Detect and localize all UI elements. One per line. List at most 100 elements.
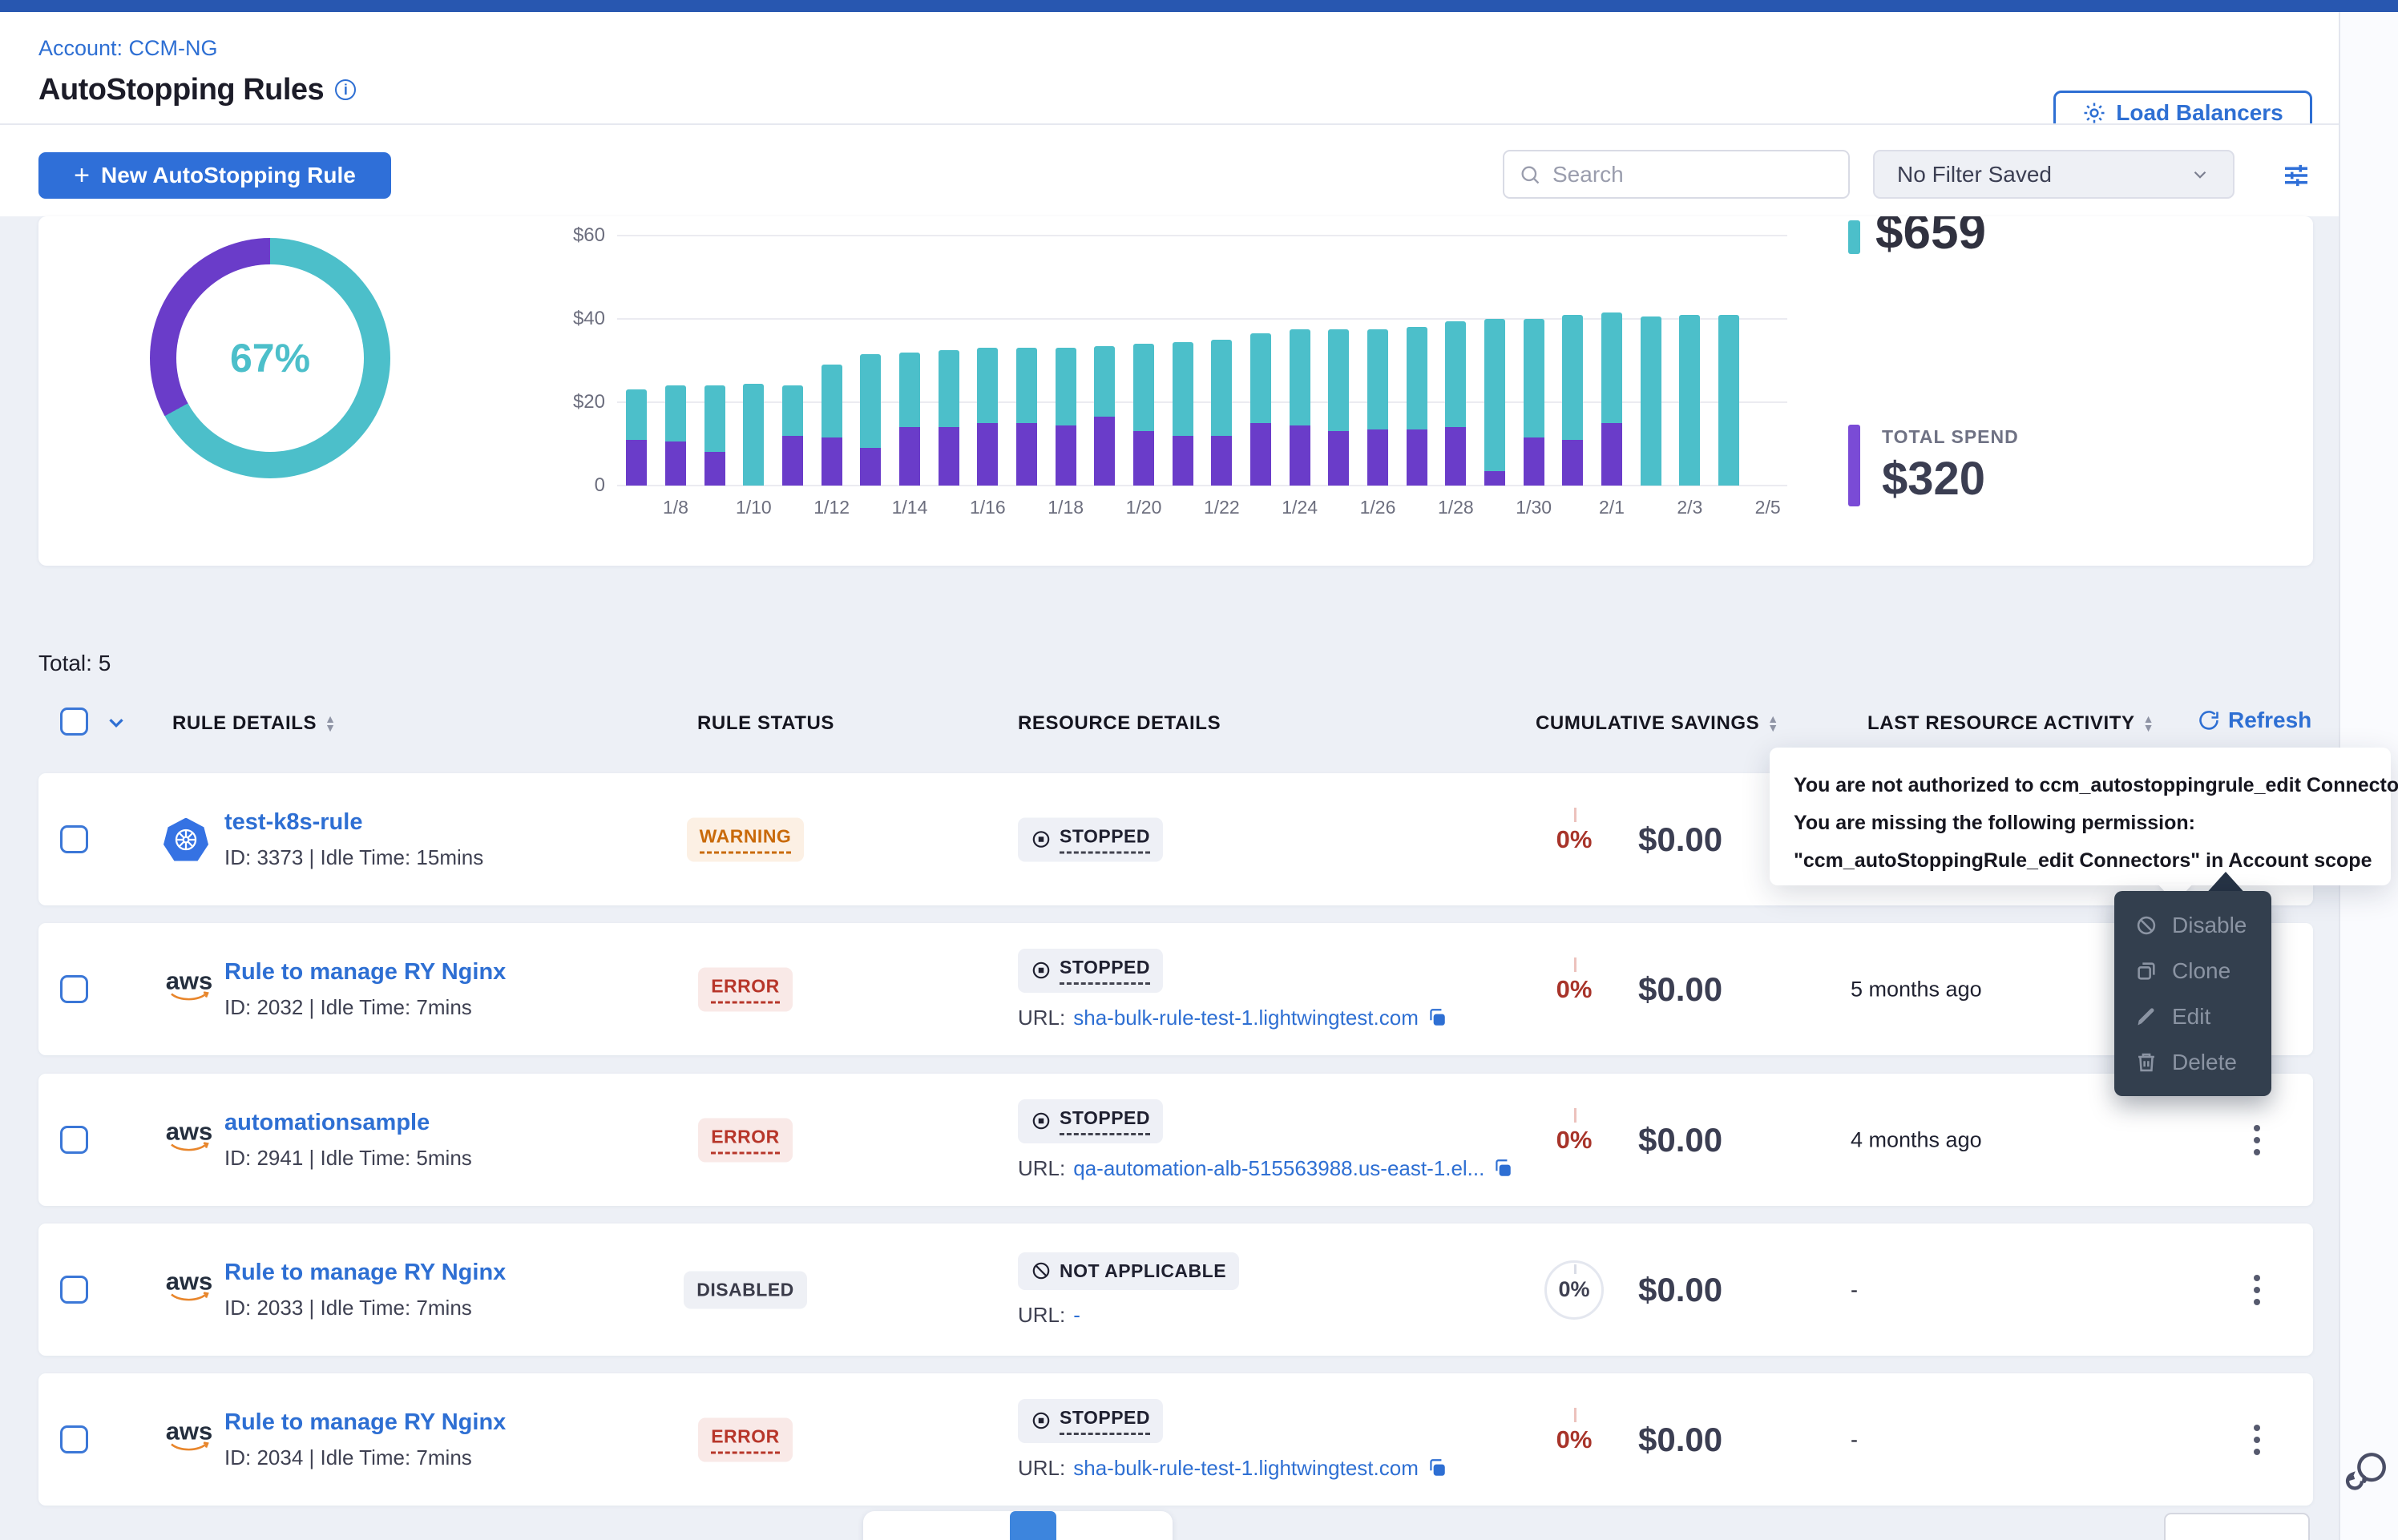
bar-segment-spend xyxy=(626,440,647,486)
menu-item-delete[interactable]: Delete xyxy=(2114,1039,2271,1085)
table-row[interactable]: aws Rule to manage RY Nginx ID: 2034 | I… xyxy=(38,1373,2313,1506)
sort-icon[interactable]: ▲▼ xyxy=(1767,715,1778,732)
bar-segment-spend xyxy=(1056,425,1076,486)
search-input[interactable] xyxy=(1552,162,1817,187)
menu-item-disable[interactable]: Disable xyxy=(2114,902,2271,948)
status-badge: DISABLED xyxy=(684,1271,807,1308)
bar-segment-spend xyxy=(1173,436,1193,486)
bar-segment-spend xyxy=(1524,437,1544,486)
resource-url-link[interactable]: sha-bulk-rule-test-1.lightwingtest.com xyxy=(1073,1006,1419,1030)
pagination-current-page[interactable] xyxy=(1010,1511,1056,1540)
row-menu-button[interactable] xyxy=(2241,1425,2273,1455)
x-axis-tick: 1/18 xyxy=(1034,497,1098,518)
status-badge[interactable]: ERROR xyxy=(698,967,793,1011)
x-axis-tick: 1/16 xyxy=(955,497,1019,518)
bar-segment-savings xyxy=(1290,329,1310,425)
savings-amount: $0.00 xyxy=(1638,1121,1831,1159)
bar-segment-spend xyxy=(1484,471,1505,486)
sort-icon[interactable]: ▲▼ xyxy=(325,715,336,732)
aws-icon: aws xyxy=(164,1421,215,1458)
resource-state-badge[interactable]: STOPPED xyxy=(1018,817,1163,861)
x-axis-tick: 1/12 xyxy=(800,497,864,518)
sort-icon[interactable]: ▲▼ xyxy=(2143,715,2154,732)
rule-name-link[interactable]: Rule to manage RY Nginx xyxy=(224,1409,506,1436)
bar-segment-savings xyxy=(1250,333,1271,423)
bar-segment-spend xyxy=(1094,417,1115,486)
permission-tooltip: You are not authorized to ccm_autostoppi… xyxy=(1770,748,2391,885)
resource-state-badge: NOT APPLICABLE xyxy=(1018,1252,1239,1290)
row-checkbox[interactable] xyxy=(60,975,88,1003)
bar-segment-spend xyxy=(782,436,803,486)
bar-segment-savings xyxy=(1056,348,1076,425)
saved-filter-select[interactable]: No Filter Saved xyxy=(1873,150,2234,199)
status-badge[interactable]: WARNING xyxy=(687,817,805,861)
total-spend-label: TOTAL SPEND xyxy=(1882,426,2019,448)
copy-icon[interactable] xyxy=(1427,1007,1447,1028)
bar-segment-savings xyxy=(1367,329,1388,429)
row-checkbox[interactable] xyxy=(60,1276,88,1304)
x-axis-tick: 1/28 xyxy=(1423,497,1488,518)
savings-percent-label: 67% xyxy=(150,238,390,478)
total-spend-value: $320 xyxy=(1882,452,1985,506)
menu-item-edit[interactable]: Edit xyxy=(2114,994,2271,1039)
account-breadcrumb[interactable]: Account: CCM-NG xyxy=(38,36,218,61)
rule-name-link[interactable]: Rule to manage RY Nginx xyxy=(224,1260,506,1286)
refresh-label: Refresh xyxy=(2228,708,2311,733)
x-axis-tick: 1/24 xyxy=(1268,497,1332,518)
bar-segment-spend xyxy=(939,427,959,486)
tooltip-line: You are missing the following permission… xyxy=(1794,804,2367,842)
status-badge[interactable]: ERROR xyxy=(698,1417,793,1461)
url-label: URL: xyxy=(1018,1156,1065,1181)
resource-state-badge[interactable]: STOPPED xyxy=(1018,1099,1163,1143)
new-autostopping-rule-button[interactable]: + New AutoStopping Rule xyxy=(38,152,391,199)
filter-panel-icon[interactable] xyxy=(2278,159,2315,192)
copy-icon[interactable] xyxy=(1427,1457,1447,1478)
column-header-last-resource-activity[interactable]: LAST RESOURCE ACTIVITY▲▼ xyxy=(1867,712,2154,735)
select-menu-chevron-icon[interactable] xyxy=(104,711,128,735)
disable-icon xyxy=(2135,914,2158,937)
menu-item-clone[interactable]: Clone xyxy=(2114,948,2271,994)
refresh-button[interactable]: Refresh xyxy=(2198,708,2311,733)
rule-name-link[interactable]: automationsample xyxy=(224,1110,472,1136)
rule-name-link[interactable]: Rule to manage RY Nginx xyxy=(224,959,506,986)
column-header-rule-details[interactable]: RULE DETAILS▲▼ xyxy=(172,712,337,735)
bar-segment-spend xyxy=(1290,425,1310,486)
resource-url-link[interactable]: - xyxy=(1073,1303,1080,1328)
last-activity: 5 months ago xyxy=(1851,977,2155,1002)
menu-item-label: Disable xyxy=(2172,913,2247,938)
rule-name-link[interactable]: test-k8s-rule xyxy=(224,809,483,836)
bar-segment-savings xyxy=(1016,348,1037,423)
copy-icon[interactable] xyxy=(1492,1158,1513,1179)
column-header-rule-status: RULE STATUS xyxy=(697,712,834,735)
x-axis-tick: 1/14 xyxy=(878,497,942,518)
table-row[interactable]: aws automationsample ID: 2941 | Idle Tim… xyxy=(38,1074,2313,1206)
bar-segment-spend xyxy=(1445,427,1466,486)
page-size-select[interactable] xyxy=(2164,1513,2310,1540)
bar-segment-spend xyxy=(977,423,998,486)
column-header-cumulative-savings[interactable]: CUMULATIVE SAVINGS▲▼ xyxy=(1536,712,1779,735)
row-checkbox[interactable] xyxy=(60,825,88,853)
resource-state-badge[interactable]: STOPPED xyxy=(1018,1399,1163,1443)
clone-icon xyxy=(2135,960,2158,982)
status-badge[interactable]: ERROR xyxy=(698,1118,793,1162)
search-box[interactable] xyxy=(1503,150,1850,199)
resource-url-link[interactable]: qa-automation-alb-515563988.us-east-1.el… xyxy=(1073,1156,1484,1181)
table-row[interactable]: aws Rule to manage RY Nginx ID: 2032 | I… xyxy=(38,923,2313,1055)
menu-item-label: Delete xyxy=(2172,1050,2237,1075)
resource-url-link[interactable]: sha-bulk-rule-test-1.lightwingtest.com xyxy=(1073,1456,1419,1481)
row-checkbox[interactable] xyxy=(60,1126,88,1154)
pagination-bar[interactable] xyxy=(863,1511,1173,1540)
savings-percent: 0% xyxy=(1556,975,1593,1003)
url-label: URL: xyxy=(1018,1456,1065,1481)
info-icon[interactable]: i xyxy=(335,79,356,100)
select-all-checkbox[interactable] xyxy=(60,708,88,736)
row-checkbox[interactable] xyxy=(60,1425,88,1453)
x-axis-tick: 1/8 xyxy=(644,497,708,518)
resource-state-badge[interactable]: STOPPED xyxy=(1018,949,1163,993)
row-menu-button[interactable] xyxy=(2241,1125,2273,1155)
chat-help-icon[interactable] xyxy=(2344,1447,2390,1494)
row-menu-button[interactable] xyxy=(2241,1275,2273,1305)
total-savings-value: $659 xyxy=(1875,216,1986,260)
y-axis-tick: $60 xyxy=(533,224,605,247)
table-row[interactable]: aws Rule to manage RY Nginx ID: 2033 | I… xyxy=(38,1224,2313,1356)
